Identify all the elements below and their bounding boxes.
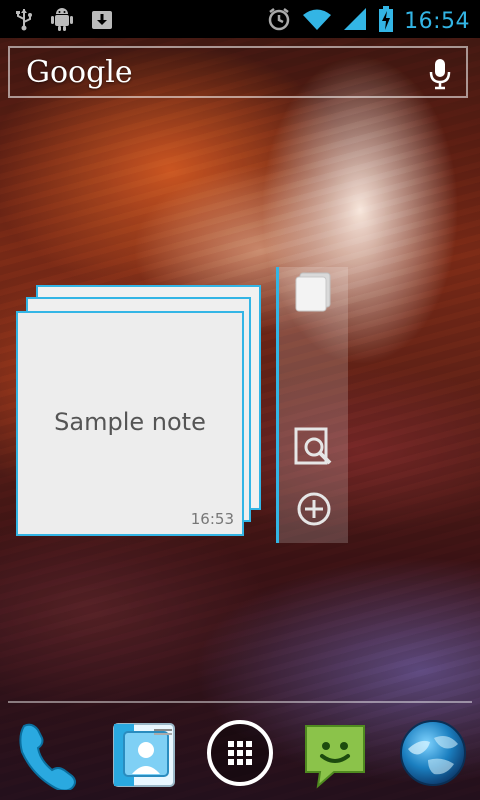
note-title: Sample note	[54, 408, 206, 436]
usb-icon	[14, 7, 34, 35]
status-time: 16:54	[404, 8, 470, 34]
browser-app-icon[interactable]	[398, 716, 468, 790]
note-timestamp: 16:53	[190, 510, 234, 528]
google-logo[interactable]: Google	[26, 55, 133, 90]
app-drawer-icon[interactable]	[205, 716, 275, 790]
note-card[interactable]: Sample note 16:53	[16, 311, 244, 536]
wifi-icon	[302, 6, 332, 36]
dock-divider	[8, 701, 472, 703]
add-note-icon[interactable]	[294, 489, 334, 529]
battery-charging-icon	[378, 5, 394, 37]
microphone-icon[interactable]	[428, 58, 452, 90]
status-bar-notifications	[14, 6, 114, 36]
notes-widget-stack[interactable]: Sample note 16:53	[16, 285, 266, 540]
alarm-icon	[266, 6, 292, 36]
android-debug-icon	[50, 6, 74, 36]
status-bar-system: 16:54	[266, 5, 470, 37]
notes-widget-panel	[276, 267, 348, 543]
search-note-icon[interactable]	[294, 427, 334, 467]
google-search-bar[interactable]: Google	[8, 46, 468, 98]
messaging-app-icon[interactable]	[300, 716, 370, 790]
note-stack-icon[interactable]	[294, 271, 334, 312]
status-bar[interactable]: 16:54	[0, 0, 480, 38]
contacts-app-icon[interactable]	[108, 716, 178, 790]
signal-icon	[342, 6, 368, 36]
phone-app-icon[interactable]	[12, 716, 82, 790]
download-icon	[90, 7, 114, 35]
dock	[0, 710, 480, 800]
panel-divider	[276, 267, 279, 543]
